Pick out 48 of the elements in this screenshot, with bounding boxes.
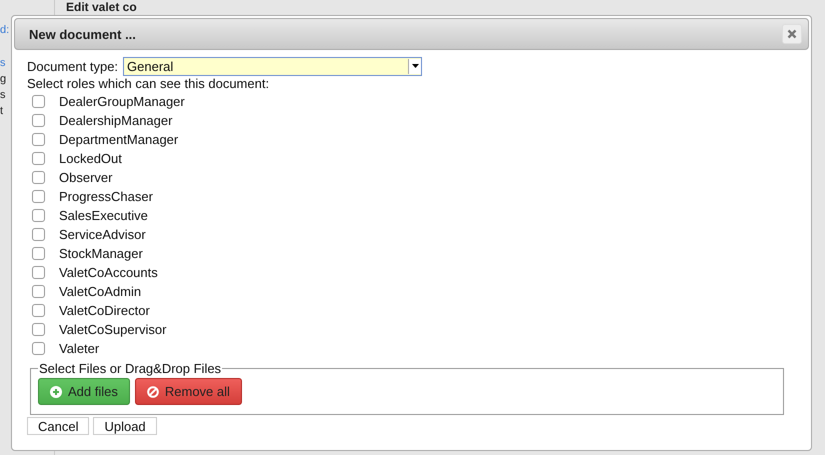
role-checkbox[interactable] (32, 247, 45, 260)
sidebar-text: d: (0, 23, 10, 38)
close-icon (787, 29, 797, 39)
role-checkbox[interactable] (32, 228, 45, 241)
dropdown-arrow-icon (412, 64, 419, 68)
document-type-dropdown[interactable]: General (123, 56, 422, 76)
role-label: LockedOut (59, 151, 122, 166)
role-label: ValetCoSupervisor (59, 322, 166, 337)
plus-circle-icon (50, 386, 62, 398)
role-checkbox[interactable] (32, 133, 45, 146)
dialog-title: New document ... (29, 26, 136, 42)
role-label: Observer (59, 170, 112, 185)
sidebar-text: s (0, 56, 6, 71)
role-label: ValetCoAdmin (59, 284, 142, 299)
role-label: Valeter (59, 341, 100, 356)
role-checkbox[interactable] (32, 95, 45, 108)
role-checkbox[interactable] (32, 171, 45, 184)
close-button[interactable] (782, 24, 802, 44)
upload-button[interactable]: Upload (93, 417, 157, 435)
role-label: DepartmentManager (59, 132, 178, 147)
role-checkbox[interactable] (32, 304, 45, 317)
role-label: ValetCoAccounts (59, 265, 158, 280)
role-checkbox[interactable] (32, 342, 45, 355)
prohibited-icon (146, 386, 159, 398)
sidebar-text: g (0, 72, 6, 87)
remove-all-button[interactable]: Remove all (134, 378, 242, 405)
field-label: Document type: (27, 58, 118, 74)
role-checkbox[interactable] (32, 152, 45, 165)
role-checkbox[interactable] (32, 323, 45, 336)
roles-label: Select roles which can see this document: (27, 76, 270, 92)
role-label: SalesExecutive (59, 208, 148, 223)
role-label: DealerGroupManager (59, 94, 185, 109)
role-label: ServiceAdvisor (59, 227, 146, 242)
add-files-button[interactable]: Add files (38, 378, 130, 405)
role-checkbox[interactable] (32, 285, 45, 298)
role-checkbox[interactable] (32, 190, 45, 203)
role-checkbox[interactable] (32, 266, 45, 279)
role-checkbox[interactable] (32, 114, 45, 127)
sidebar-text: s (0, 88, 6, 103)
files-legend: Select Files or Drag&Drop Files (38, 361, 222, 376)
role-label: ValetCoDirector (59, 303, 150, 318)
role-label: ProgressChaser (59, 189, 153, 204)
role-label: StockManager (59, 246, 143, 261)
sidebar-text: t (0, 104, 4, 119)
role-checkbox[interactable] (32, 209, 45, 222)
role-label: DealershipManager (59, 113, 172, 128)
page-heading: Edit valet co (66, 0, 138, 14)
cancel-button[interactable]: Cancel (27, 417, 90, 435)
